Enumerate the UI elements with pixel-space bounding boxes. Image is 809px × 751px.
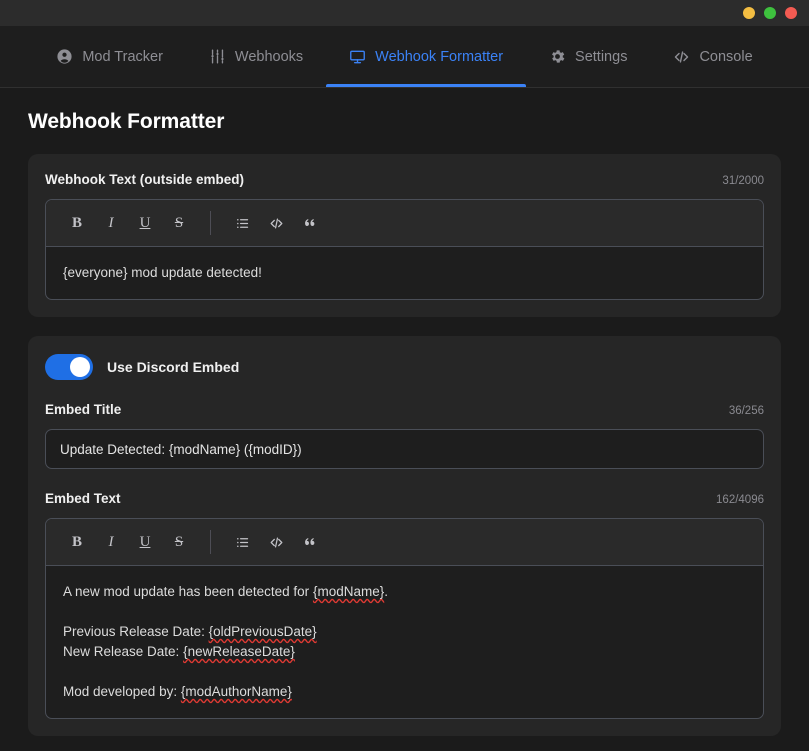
- use-discord-embed-toggle[interactable]: [45, 354, 93, 380]
- embed-text-toolbar: B I U S: [46, 519, 763, 566]
- webhook-text-card: Webhook Text (outside embed) 31/2000 B I…: [28, 154, 781, 317]
- underline-button[interactable]: U: [128, 208, 162, 238]
- webhook-text-label: Webhook Text (outside embed): [45, 172, 245, 187]
- embed-text-body[interactable]: A new mod update has been detected for {…: [46, 566, 763, 718]
- code-icon: [673, 48, 690, 65]
- page-title: Webhook Formatter: [28, 110, 225, 133]
- page-content: Webhook Formatter Webhook Text (outside …: [0, 88, 809, 751]
- quote-button[interactable]: [293, 527, 327, 557]
- embed-text-block: Embed Text 162/4096 B I U S A new mod up…: [45, 491, 764, 719]
- tab-webhooks[interactable]: Webhooks: [186, 26, 326, 87]
- tab-bar: Mod Tracker Webhooks Webhook Formatter S…: [0, 26, 809, 88]
- use-discord-embed-label: Use Discord Embed: [107, 359, 240, 375]
- webhook-text-counter: 31/2000: [722, 175, 764, 187]
- embed-text-header: Embed Text 162/4096: [45, 491, 764, 506]
- toolbar-divider: [210, 211, 211, 235]
- spellcheck-token: {newReleaseDate}: [183, 644, 295, 659]
- account-circle-icon: [56, 48, 73, 65]
- code-block-button[interactable]: [259, 527, 293, 557]
- toggle-knob: [70, 357, 90, 377]
- tab-label: Settings: [575, 48, 628, 65]
- minimize-button[interactable]: [743, 7, 755, 19]
- bold-button[interactable]: B: [60, 208, 94, 238]
- embed-text-counter: 162/4096: [716, 494, 764, 506]
- strikethrough-button[interactable]: S: [162, 208, 196, 238]
- code-block-button[interactable]: [259, 208, 293, 238]
- tab-label: Mod Tracker: [82, 48, 163, 65]
- maximize-button[interactable]: [764, 7, 776, 19]
- strikethrough-button[interactable]: S: [162, 527, 196, 557]
- italic-button[interactable]: I: [94, 208, 128, 238]
- webhook-text-toolbar: B I U S: [46, 200, 763, 247]
- spellcheck-token: {oldPreviousDate}: [208, 624, 317, 639]
- discord-embed-card: Use Discord Embed Embed Title 36/256 Emb…: [28, 336, 781, 736]
- tab-console[interactable]: Console: [650, 26, 775, 87]
- list-button[interactable]: [225, 527, 259, 557]
- spellcheck-token: {modName}: [312, 584, 385, 599]
- embed-title-header: Embed Title 36/256: [45, 402, 764, 417]
- bold-button[interactable]: B: [60, 527, 94, 557]
- use-discord-embed-row[interactable]: Use Discord Embed: [45, 354, 764, 380]
- embed-text-label: Embed Text: [45, 491, 121, 506]
- embed-title-block: Embed Title 36/256: [45, 402, 764, 469]
- embed-title-label: Embed Title: [45, 402, 122, 417]
- spellcheck-token: {modAuthorName}: [180, 684, 292, 699]
- webhook-text-body[interactable]: {everyone} mod update detected!: [46, 247, 763, 299]
- tab-label: Webhook Formatter: [375, 48, 504, 65]
- embed-text-editor[interactable]: B I U S A new mod update has been detect…: [45, 518, 764, 719]
- tab-settings[interactable]: Settings: [526, 26, 650, 87]
- webhook-text-header: Webhook Text (outside embed) 31/2000: [45, 172, 764, 187]
- tab-label: Webhooks: [234, 48, 304, 65]
- quote-button[interactable]: [293, 208, 327, 238]
- monitor-icon: [349, 48, 366, 65]
- toolbar-divider: [210, 530, 211, 554]
- embed-title-counter: 36/256: [728, 405, 764, 417]
- embed-title-input[interactable]: [45, 429, 764, 469]
- gear-icon: [549, 48, 566, 65]
- list-button[interactable]: [225, 208, 259, 238]
- italic-button[interactable]: I: [94, 527, 128, 557]
- tune-sliders-icon: [209, 48, 226, 65]
- tab-label: Console: [699, 48, 753, 65]
- close-button[interactable]: [785, 7, 797, 19]
- title-bar: [0, 0, 809, 26]
- tab-mod-tracker[interactable]: Mod Tracker: [33, 26, 186, 87]
- webhook-text-editor[interactable]: B I U S {everyone} mod update detected!: [45, 199, 764, 300]
- tab-webhook-formatter[interactable]: Webhook Formatter: [326, 26, 526, 87]
- underline-button[interactable]: U: [128, 527, 162, 557]
